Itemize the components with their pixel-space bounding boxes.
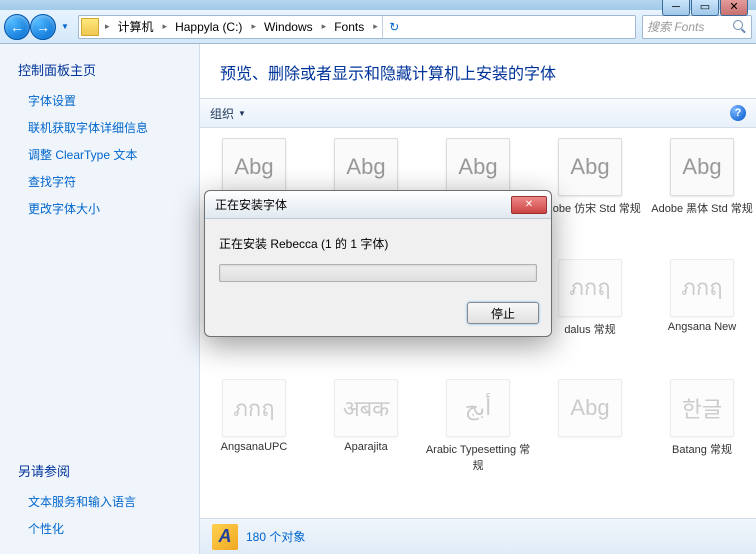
sidebar-link-cleartype[interactable]: 调整 ClearType 文本 (0, 141, 199, 168)
font-name-label: Arabic Typesetting 常规 (424, 441, 532, 473)
navigation-toolbar: ← → ▼ ▸ 计算机 ▸ Happyla (C:) ▸ Windows ▸ F… (0, 10, 756, 44)
sidebar-heading: 控制面板主页 (0, 56, 199, 87)
sidebar-link-text-services[interactable]: 文本服务和输入语言 (0, 488, 199, 515)
font-thumbnail: أبج (446, 379, 510, 437)
chevron-right-icon[interactable]: ▸ (369, 21, 382, 32)
dialog-message: 正在安装 Rebecca (1 的 1 字体) (219, 235, 537, 252)
font-item[interactable]: 한글 Batang 常规 (648, 379, 756, 508)
maximize-button[interactable]: ▭ (691, 0, 719, 16)
back-button[interactable]: ← (4, 14, 30, 40)
font-thumbnail: Abg (670, 138, 734, 196)
breadcrumb-segment[interactable]: Happyla (C:) (171, 16, 247, 38)
search-icon (733, 20, 747, 34)
chevron-right-icon[interactable]: ▸ (318, 21, 331, 32)
font-name-label: Aparajita (344, 441, 387, 453)
sidebar-see-also-heading: 另请参阅 (0, 457, 199, 488)
breadcrumb[interactable]: ▸ 计算机 ▸ Happyla (C:) ▸ Windows ▸ Fonts ▸… (78, 15, 636, 39)
font-thumbnail: Abg (222, 138, 286, 196)
font-name-label: Batang 常规 (672, 441, 732, 457)
font-thumbnail: ภกฤ (222, 379, 286, 437)
font-item[interactable]: Abg Adobe 仿宋 Std 常规 (536, 138, 644, 251)
forward-button[interactable]: → (30, 14, 56, 40)
font-item[interactable]: Abg Adobe 黑体 Std 常规 (648, 138, 756, 251)
window-close-button[interactable]: ✕ (720, 0, 748, 16)
close-icon: ✕ (525, 199, 533, 210)
breadcrumb-segment[interactable]: Windows (260, 16, 318, 38)
search-placeholder: 搜索 Fonts (647, 18, 704, 35)
sidebar-link-find-char[interactable]: 查找字符 (0, 168, 199, 195)
content-toolbar: 组织 ▼ ? (200, 98, 756, 128)
chevron-down-icon: ▼ (238, 109, 246, 118)
dialog-titlebar[interactable]: 正在安装字体 ✕ (205, 191, 551, 219)
font-item[interactable]: أبج Arabic Typesetting 常规 (424, 379, 532, 508)
folder-icon (81, 18, 99, 36)
organize-button[interactable]: 组织 ▼ (210, 105, 246, 122)
font-name-label: Angsana New (668, 321, 737, 333)
font-item[interactable]: ภกฤ AngsanaUPC (200, 379, 308, 508)
object-count-label: 180 个对象 (246, 528, 305, 545)
statusbar: A 180 个对象 (200, 518, 756, 554)
search-input[interactable]: 搜索 Fonts (642, 15, 752, 39)
organize-label: 组织 (210, 105, 234, 122)
font-thumbnail: 한글 (670, 379, 734, 437)
fonts-folder-icon: A (212, 524, 238, 550)
font-name-label: Adobe 仿宋 Std 常规 (539, 200, 641, 216)
font-thumbnail: ภกฤ (670, 259, 734, 317)
stop-button[interactable]: 停止 (467, 302, 539, 324)
page-title: 预览、删除或者显示和隐藏计算机上安装的字体 (200, 44, 756, 98)
font-thumbnail: Abg (334, 138, 398, 196)
font-item[interactable]: Abg (536, 379, 644, 508)
help-icon[interactable]: ? (730, 105, 746, 121)
install-font-dialog: 正在安装字体 ✕ 正在安装 Rebecca (1 的 1 字体) 停止 (204, 190, 552, 337)
chevron-right-icon[interactable]: ▸ (101, 21, 114, 32)
breadcrumb-segment[interactable]: Fonts (330, 16, 369, 38)
font-thumbnail: ภกฤ (558, 259, 622, 317)
font-name-label: Adobe 黑体 Std 常规 (651, 200, 753, 216)
sidebar: 控制面板主页 字体设置 联机获取字体详细信息 调整 ClearType 文本 查… (0, 44, 200, 554)
font-name-label: dalus 常规 (564, 321, 615, 337)
font-thumbnail: अबक (334, 379, 398, 437)
breadcrumb-segment[interactable]: 计算机 (114, 16, 159, 38)
minimize-button[interactable]: ─ (662, 0, 690, 16)
font-thumbnail: Abg (558, 379, 622, 437)
dialog-close-button[interactable]: ✕ (511, 196, 547, 214)
sidebar-link-font-size[interactable]: 更改字体大小 (0, 195, 199, 222)
dialog-title-text: 正在安装字体 (215, 196, 287, 213)
refresh-button[interactable]: ↻ (382, 16, 406, 38)
chevron-right-icon[interactable]: ▸ (247, 21, 260, 32)
font-item[interactable]: ภกฤ Angsana New (648, 259, 756, 372)
progress-bar (219, 264, 537, 282)
sidebar-link-font-settings[interactable]: 字体设置 (0, 87, 199, 114)
font-thumbnail: Abg (558, 138, 622, 196)
window-titlebar: ─ ▭ ✕ (0, 0, 756, 10)
arrow-left-icon: ← (10, 19, 24, 35)
sidebar-link-online-fonts[interactable]: 联机获取字体详细信息 (0, 114, 199, 141)
chevron-right-icon[interactable]: ▸ (159, 21, 172, 32)
history-dropdown-button[interactable]: ▼ (58, 14, 72, 40)
font-item[interactable]: ภกฤ dalus 常规 (536, 259, 644, 372)
font-item[interactable]: अबक Aparajita (312, 379, 420, 508)
font-thumbnail: Abg (446, 138, 510, 196)
arrow-right-icon: → (36, 19, 50, 35)
font-name-label: AngsanaUPC (221, 441, 288, 453)
sidebar-link-personalization[interactable]: 个性化 (0, 515, 199, 542)
